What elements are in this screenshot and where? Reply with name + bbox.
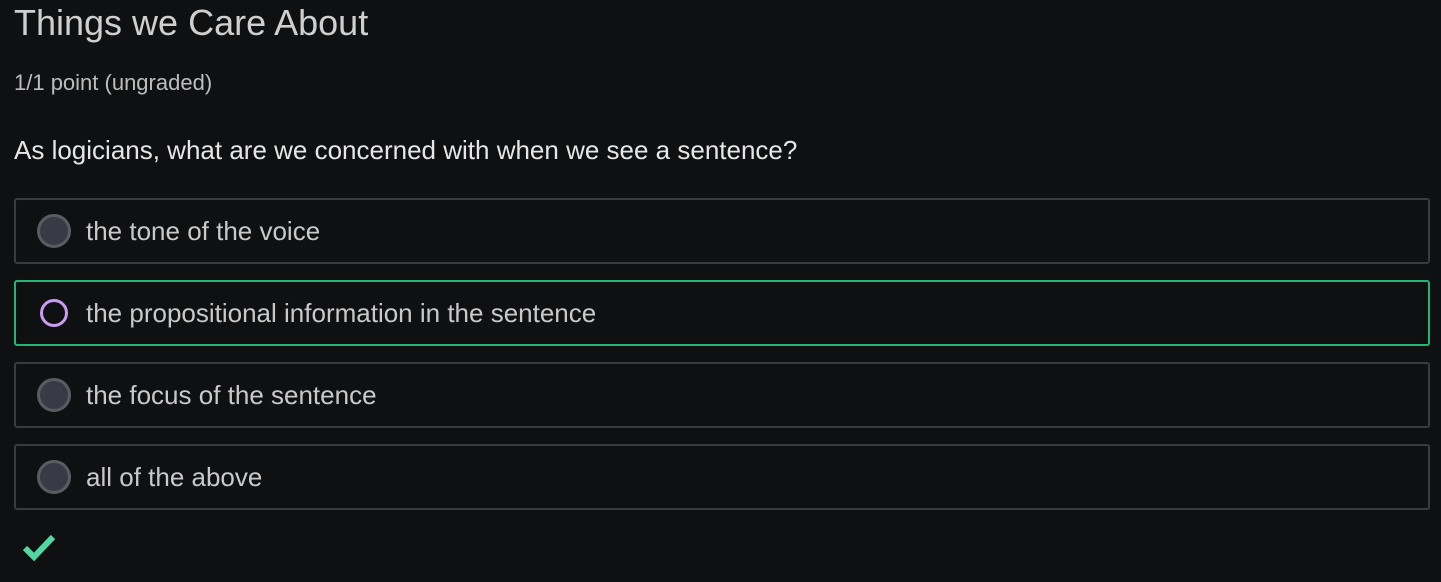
answer-option-focus[interactable]: the focus of the sentence <box>14 362 1430 428</box>
answer-option-label: the focus of the sentence <box>86 380 377 410</box>
answer-option-label: the tone of the voice <box>86 216 321 246</box>
answer-option-label: all of the above <box>86 462 263 492</box>
checkmark-icon <box>22 534 56 562</box>
problem-points: 1/1 point (ungraded) <box>14 70 213 95</box>
question-text: As logicians, what are we concerned with… <box>14 135 798 165</box>
problem-title: Things we Care About <box>14 2 369 43</box>
answer-options: the tone of the voice the propositional … <box>14 198 1430 526</box>
answer-option-propositional[interactable]: the propositional information in the sen… <box>14 280 1430 346</box>
answer-option-all[interactable]: all of the above <box>14 444 1430 510</box>
radio-button[interactable] <box>37 378 71 412</box>
radio-button[interactable] <box>37 214 71 248</box>
radio-button[interactable] <box>37 460 71 494</box>
answer-option-tone[interactable]: the tone of the voice <box>14 198 1430 264</box>
answer-option-label: the propositional information in the sen… <box>86 298 597 328</box>
radio-button-selected[interactable] <box>40 299 68 327</box>
